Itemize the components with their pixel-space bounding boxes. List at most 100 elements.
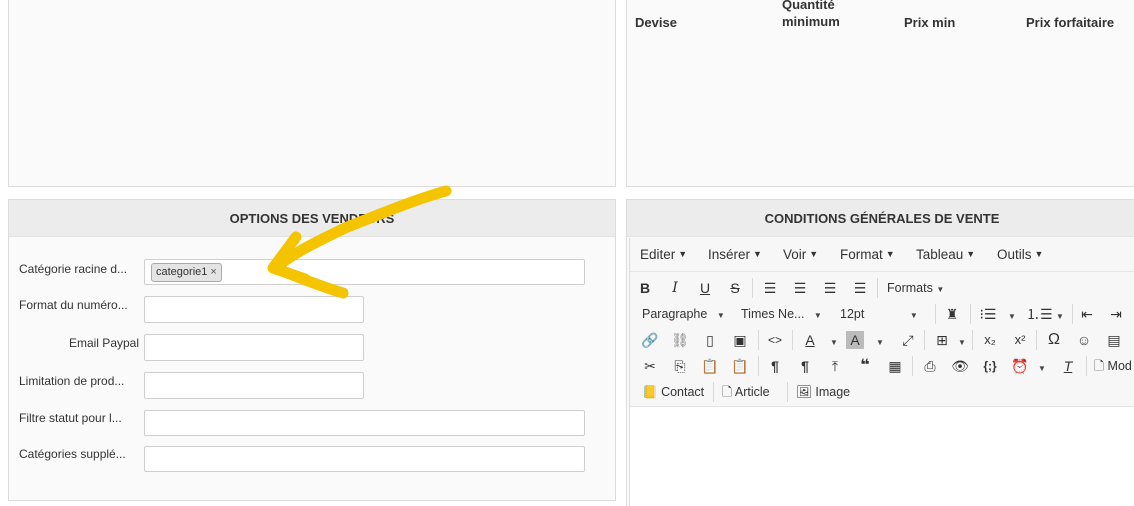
formats-dropdown[interactable]: Formats ▼ — [887, 276, 944, 300]
toolbar-separator — [758, 330, 759, 350]
font-family-dropdown[interactable]: Times Ne... ▼ — [741, 302, 831, 326]
bold-icon[interactable]: B — [635, 276, 655, 300]
toolbar-separator — [713, 382, 714, 402]
unlink-icon[interactable]: ⛓ — [670, 328, 690, 352]
font-family-label: Times Ne... — [741, 307, 805, 321]
price-table-panel: Devise Quantité minimum Prix min Prix fo… — [626, 0, 1134, 187]
toolbar-separator — [1072, 304, 1073, 324]
italic-icon[interactable]: I — [665, 276, 685, 300]
bookmark-icon[interactable]: ▯ — [700, 328, 720, 352]
fullscreen-icon[interactable]: ⤢ — [898, 328, 918, 352]
toolbar-separator — [935, 304, 936, 324]
chevron-down-icon[interactable]: ▼ — [824, 328, 844, 352]
numbered-list-icon[interactable]: ⒈☰ — [1026, 302, 1053, 326]
column-header-devise: Devise — [635, 15, 677, 30]
top-left-panel — [8, 0, 616, 187]
background-color-icon[interactable]: A — [846, 331, 864, 349]
template-icon[interactable]: {;} — [980, 354, 1000, 378]
paste-icon[interactable]: 📋 — [700, 354, 720, 378]
insert-anchor-icon[interactable]: ⤒ — [825, 354, 845, 378]
document-plus-icon: 🗋 — [1094, 359, 1105, 373]
chevron-down-icon[interactable]: ▼ — [870, 328, 890, 352]
menu-tableau[interactable]: Tableau ▼ — [916, 247, 975, 262]
image-icon[interactable]: ▣ — [730, 328, 750, 352]
vendor-options-panel: OPTIONS DES VENDEURS Catégorie racine d.… — [8, 199, 616, 501]
align-justify-icon[interactable]: ☰ — [850, 276, 870, 300]
remove-tag-icon[interactable]: × — [210, 266, 216, 278]
product-limit-input[interactable] — [144, 372, 364, 399]
outdent-icon[interactable]: ⇤ — [1077, 302, 1097, 326]
align-right-icon[interactable]: ☰ — [820, 276, 840, 300]
contact-button[interactable]: 📒 Contact — [642, 380, 704, 404]
indent-icon[interactable]: ⇥ — [1106, 302, 1126, 326]
media-icon[interactable]: ▤ — [1104, 328, 1124, 352]
subscript-icon[interactable]: x₂ — [980, 328, 1000, 352]
editor-content-area[interactable] — [630, 407, 1134, 506]
status-filter-input[interactable] — [144, 410, 585, 436]
chevron-down-icon[interactable]: ▼ — [952, 328, 972, 352]
rich-text-editor: Editer ▼ Insérer ▼ Voir ▼ Format ▼ Tableau ▼ … — [629, 238, 1134, 506]
superscript-icon[interactable]: x² — [1010, 328, 1030, 352]
menu-outils[interactable]: Outils ▼ — [997, 247, 1043, 262]
special-char-omega-icon[interactable]: Ω — [1044, 328, 1064, 352]
find-binoculars-icon[interactable]: ♜ — [942, 302, 962, 326]
cut-icon[interactable]: ✂ — [640, 354, 660, 378]
insert-datetime-icon[interactable]: ⏰ — [1010, 354, 1030, 378]
menu-label: Tableau — [916, 247, 964, 262]
image-button[interactable]: 🖼 Image — [796, 380, 850, 404]
emoticon-icon[interactable]: ☺ — [1074, 328, 1094, 352]
chevron-down-icon[interactable]: ▼ — [1050, 302, 1070, 326]
toolbar-separator — [787, 382, 788, 402]
bullet-list-icon[interactable]: ⁝☰ — [978, 302, 998, 326]
root-category-select[interactable]: categorie1 × — [144, 259, 585, 285]
link-icon[interactable]: 🔗 — [640, 328, 660, 352]
code-icon[interactable]: <> — [765, 328, 785, 352]
toolbar-row-2: Paragraphe ▼ Times Ne... ▼ 12pt ▼ ♜ ⁝☰ ▼… — [630, 301, 1134, 327]
visual-blocks-icon[interactable]: ▦ — [885, 354, 905, 378]
toolbar-separator — [972, 330, 973, 350]
email-paypal-input[interactable] — [144, 334, 364, 361]
paste-text-icon[interactable]: 📋 — [730, 354, 750, 378]
blockquote-icon[interactable]: ❝ — [855, 354, 875, 378]
field-label: Catégorie racine d... — [19, 262, 128, 276]
clear-formatting-icon[interactable]: T — [1058, 354, 1078, 378]
category-tag-label: categorie1 — [156, 266, 208, 278]
number-format-input[interactable] — [144, 296, 364, 323]
toolbar-row-3: 🔗 ⛓ ▯ ▣ <> A ▼ A ▼ ⤢ ⊞ ▼ x₂ x² Ω ☺ ▤ — [630, 327, 1134, 353]
menu-label: Insérer — [708, 247, 751, 262]
preview-eye-icon[interactable]: 👁 — [950, 354, 970, 378]
text-color-icon[interactable]: A — [800, 328, 820, 352]
chevron-down-icon[interactable]: ▼ — [1032, 354, 1052, 378]
align-left-icon[interactable]: ☰ — [760, 276, 780, 300]
font-size-dropdown[interactable]: 12pt ▼ — [840, 302, 930, 326]
chevron-down-icon: ▼ — [1034, 249, 1044, 259]
block-format-dropdown[interactable]: Paragraphe ▼ — [642, 302, 732, 326]
copy-icon[interactable]: ⎘ — [670, 354, 690, 378]
rtl-paragraph-icon[interactable]: ¶ — [795, 354, 815, 378]
print-icon[interactable]: ⎙ — [920, 354, 940, 378]
toolbar-separator — [970, 304, 971, 324]
menu-voir[interactable]: Voir ▼ — [783, 247, 818, 262]
menu-inserer[interactable]: Insérer ▼ — [708, 247, 762, 262]
field-label: Format du numéro... — [19, 298, 128, 312]
article-label: Article — [734, 385, 770, 399]
strikethrough-icon[interactable]: S — [725, 276, 745, 300]
ltr-paragraph-icon[interactable]: ¶ — [765, 354, 785, 378]
chevron-down-icon[interactable]: ▼ — [1002, 302, 1022, 326]
chevron-down-icon: ▼ — [716, 311, 725, 320]
toolbar-separator — [924, 330, 925, 350]
menu-editer[interactable]: Editer ▼ — [640, 247, 687, 262]
article-button[interactable]: 🗋 Article — [722, 380, 770, 404]
toolbar-separator — [792, 330, 793, 350]
toolbar-separator — [877, 278, 878, 298]
table-icon[interactable]: ⊞ — [932, 328, 952, 352]
chevron-down-icon: ▼ — [753, 249, 762, 259]
module-button[interactable]: 🗋 Mod — [1094, 354, 1132, 378]
menu-format[interactable]: Format ▼ — [840, 247, 895, 262]
vendor-options-title: OPTIONS DES VENDEURS — [9, 200, 615, 237]
column-header-prix-forfaitaire: Prix forfaitaire — [1026, 15, 1115, 30]
extra-categories-input[interactable] — [144, 446, 585, 472]
formats-label: Formats — [887, 281, 933, 295]
align-center-icon[interactable]: ☰ — [790, 276, 810, 300]
underline-icon[interactable]: U — [695, 276, 715, 300]
